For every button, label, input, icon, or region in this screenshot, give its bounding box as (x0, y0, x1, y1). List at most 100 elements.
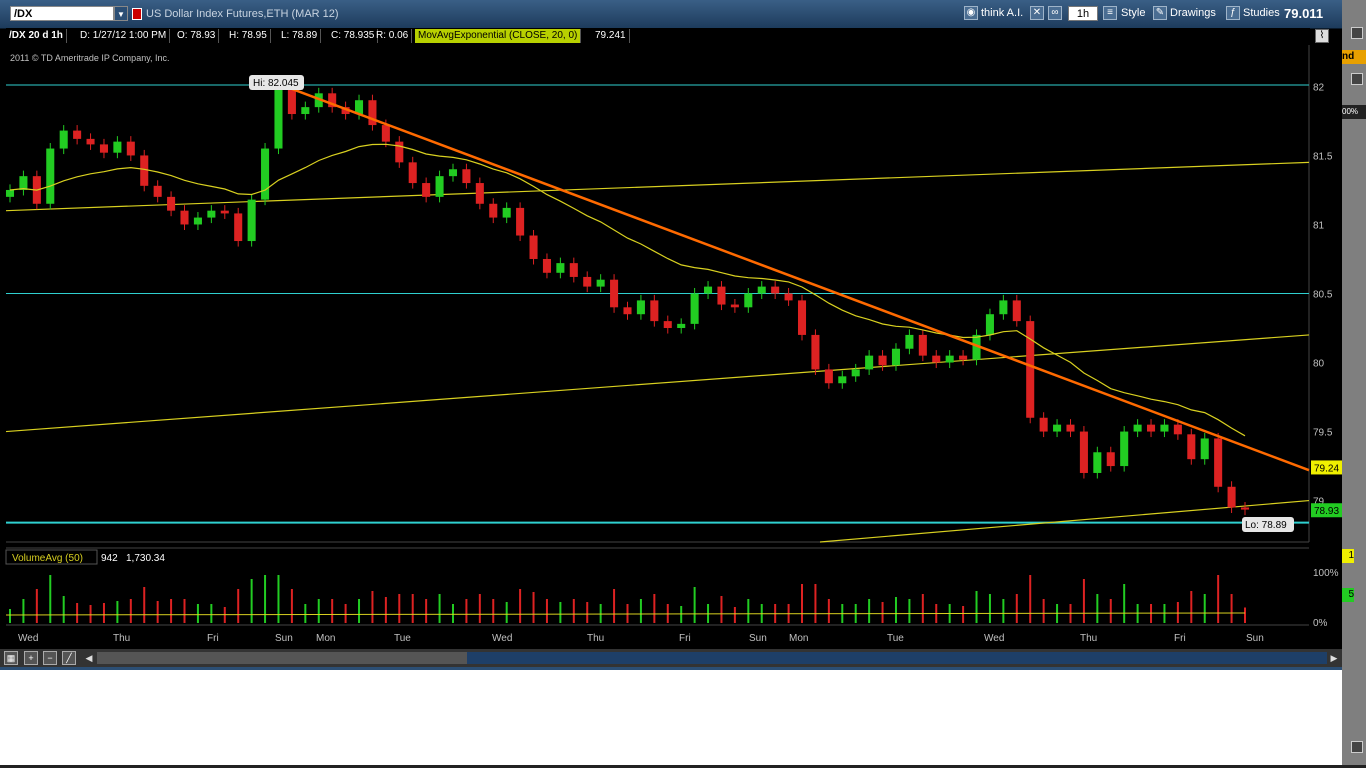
candle-body (489, 203, 498, 218)
x-tick-label: Fri (679, 633, 691, 644)
y-tick-label: 79.5 (1313, 428, 1333, 439)
symbol-input[interactable]: /DX (10, 6, 114, 21)
info-date: D: 1/27/12 1:00 PM (77, 29, 171, 43)
x-tick-label: Sun (1246, 633, 1264, 644)
chart-settings-icon[interactable]: ⌇ (1315, 29, 1329, 43)
panel-percent: 00% (1342, 105, 1366, 119)
volume-axis-top: 100% (1313, 568, 1339, 579)
x-tick-label: Wed (492, 633, 512, 644)
candle-body (261, 148, 270, 200)
candle-body (274, 86, 283, 149)
draw-line-icon[interactable]: ╱ (62, 651, 76, 665)
x-tick-label: Wed (18, 633, 38, 644)
candle-body (1214, 438, 1223, 487)
chart-window: /DX ▼ US Dollar Index Futures,ETH (MAR 1… (0, 0, 1342, 670)
x-tick-label: Sun (275, 633, 293, 644)
panel-tag: nd (1342, 50, 1366, 64)
zoom-in-icon[interactable]: + (24, 651, 38, 665)
volume-average-line (5, 612, 1246, 616)
candle-body (610, 279, 619, 308)
last-price: 79.011 (1284, 6, 1324, 21)
symbol-dropdown-icon[interactable]: ▼ (114, 6, 128, 21)
scroll-left-icon[interactable]: ◀ (82, 651, 96, 665)
candle-body (1026, 321, 1035, 418)
candle-body (556, 263, 565, 273)
candle-body (999, 300, 1008, 315)
grid-icon[interactable]: ▦ (4, 651, 18, 665)
candle-body (207, 210, 216, 218)
candle-body (784, 293, 793, 301)
candle-body (945, 355, 954, 363)
window-border (0, 667, 1342, 670)
y-tick-label: 81 (1313, 220, 1325, 231)
y-tick-label: 81.5 (1313, 151, 1333, 162)
panel-expand-icon[interactable] (1351, 741, 1363, 753)
candle-body (1066, 424, 1075, 432)
candle-body (234, 213, 243, 242)
candle-body (1200, 438, 1209, 460)
study-value: 79.241 (592, 29, 630, 43)
symbol-description: US Dollar Index Futures,ETH (MAR 12) (146, 8, 339, 20)
y-tick-label: 80.5 (1313, 290, 1333, 301)
price-chart: 2011 © TD Ameritrade IP Company, Inc. 82… (5, 45, 1342, 644)
style-button[interactable]: Style (1121, 5, 1145, 22)
candle-body (1240, 507, 1250, 510)
chart-scrollbar[interactable]: ▦ + − ╱ ◀ ▶ (0, 649, 1342, 667)
volume-label[interactable]: VolumeAvg (50) (12, 553, 83, 564)
zoom-out-icon[interactable]: − (43, 651, 57, 665)
candle-body (1079, 431, 1088, 473)
candle-body (5, 189, 15, 197)
chart-toolbar: /DX ▼ US Dollar Index Futures,ETH (MAR 1… (0, 0, 1342, 29)
y-tick-label: 82 (1313, 82, 1325, 93)
globe-icon[interactable]: ◉ (964, 6, 978, 20)
x-tick-label: Tue (887, 633, 904, 644)
think-ai-button[interactable]: think A.I. (981, 5, 1023, 22)
timeframe-selector[interactable]: 1h (1068, 6, 1098, 21)
x-tick-label: Wed (984, 633, 1004, 644)
link-icon[interactable]: ∞ (1048, 6, 1062, 20)
studies-button[interactable]: Studies (1243, 5, 1280, 22)
channel-line (5, 334, 1310, 433)
studies-icon[interactable]: ƒ (1226, 6, 1240, 20)
candle-body (1173, 424, 1182, 435)
candle-body (1147, 424, 1156, 432)
candle-body (569, 263, 578, 277)
candle-body (757, 286, 766, 294)
candle-body (730, 304, 739, 308)
candle-body (959, 355, 968, 360)
candle-body (1053, 424, 1062, 432)
candle-body (596, 279, 605, 287)
candle-body (1160, 424, 1169, 432)
candle-body (623, 307, 632, 315)
candle-body (73, 130, 82, 139)
candle-body (422, 183, 431, 197)
downtrend-line (277, 82, 1310, 472)
y-tick-label: 80 (1313, 359, 1325, 370)
panel-close-icon[interactable] (1351, 27, 1363, 39)
candle-body (529, 235, 538, 259)
candle-body (932, 355, 941, 363)
candle-body (46, 148, 55, 204)
scroll-thumb[interactable] (467, 652, 1327, 664)
chart-type-icon[interactable]: ≡ (1103, 6, 1117, 20)
candle-body (650, 300, 659, 322)
pencil-icon[interactable]: ✎ (1153, 6, 1167, 20)
candle-body (180, 210, 189, 225)
hi-label: Hi: 82.045 (253, 78, 299, 89)
candle-body (193, 217, 202, 225)
study-label[interactable]: MovAvgExponential (CLOSE, 20, 0) (415, 29, 582, 43)
candle-body (502, 207, 511, 218)
candle-body (1187, 434, 1196, 460)
panel-restore-icon[interactable] (1351, 73, 1363, 85)
scroll-right-icon[interactable]: ▶ (1327, 651, 1341, 665)
candle-body (1133, 424, 1142, 432)
x-tick-label: Thu (113, 633, 130, 644)
candle-body (865, 355, 874, 370)
candle-body (381, 125, 390, 142)
candle-body (516, 207, 525, 236)
candle-body (838, 376, 847, 384)
crosshair-icon[interactable]: ✕ (1030, 6, 1044, 20)
candle-body (1120, 431, 1129, 467)
drawings-button[interactable]: Drawings (1170, 5, 1216, 22)
copyright-text: 2011 © TD Ameritrade IP Company, Inc. (10, 53, 170, 63)
